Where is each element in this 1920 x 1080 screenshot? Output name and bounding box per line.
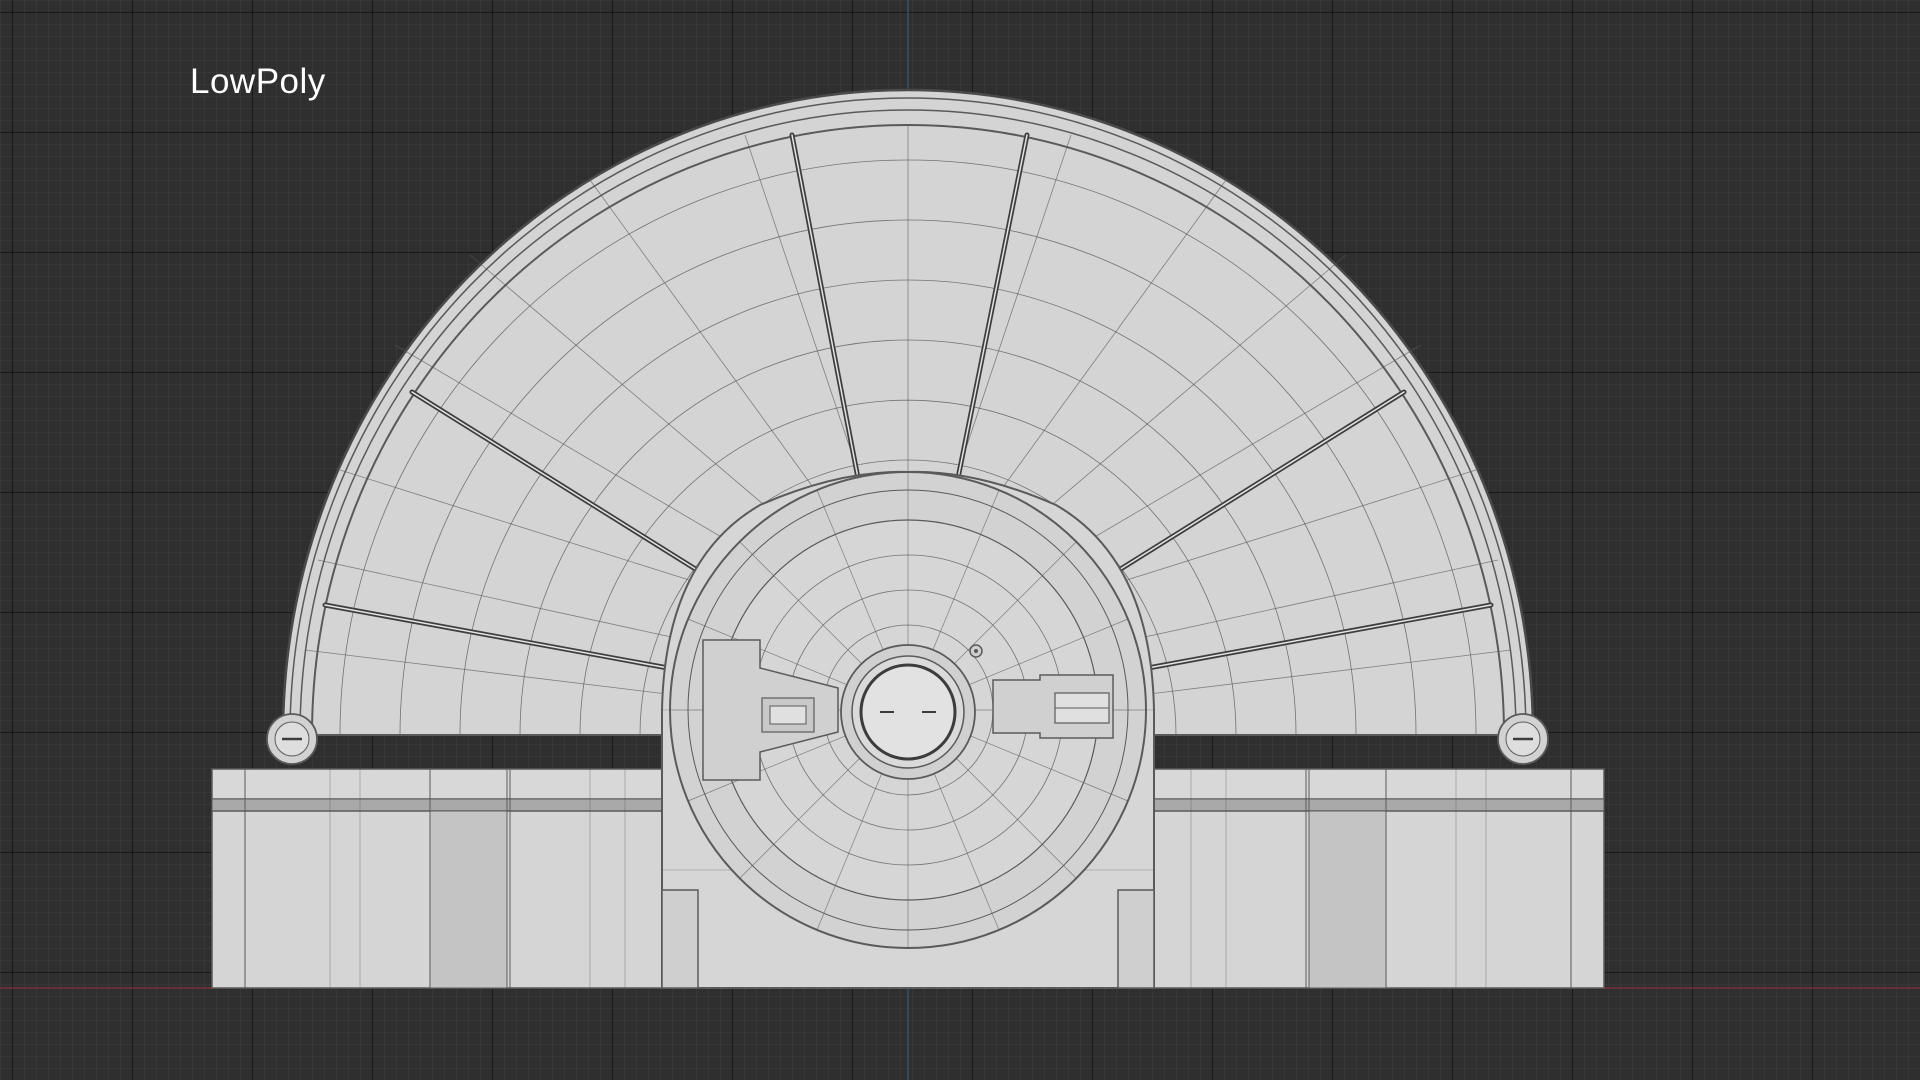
hinge-screw-right	[1497, 713, 1549, 765]
model-mesh[interactable]	[211, 88, 1605, 989]
hinge-screw-left	[266, 713, 318, 765]
bracket-right	[992, 674, 1114, 739]
base-platform-right	[1148, 768, 1605, 989]
central-hub	[840, 644, 976, 780]
base-platform-left	[211, 768, 668, 989]
model-canvas[interactable]	[0, 0, 1920, 1080]
3d-viewport[interactable]: LowPoly	[0, 0, 1920, 1080]
